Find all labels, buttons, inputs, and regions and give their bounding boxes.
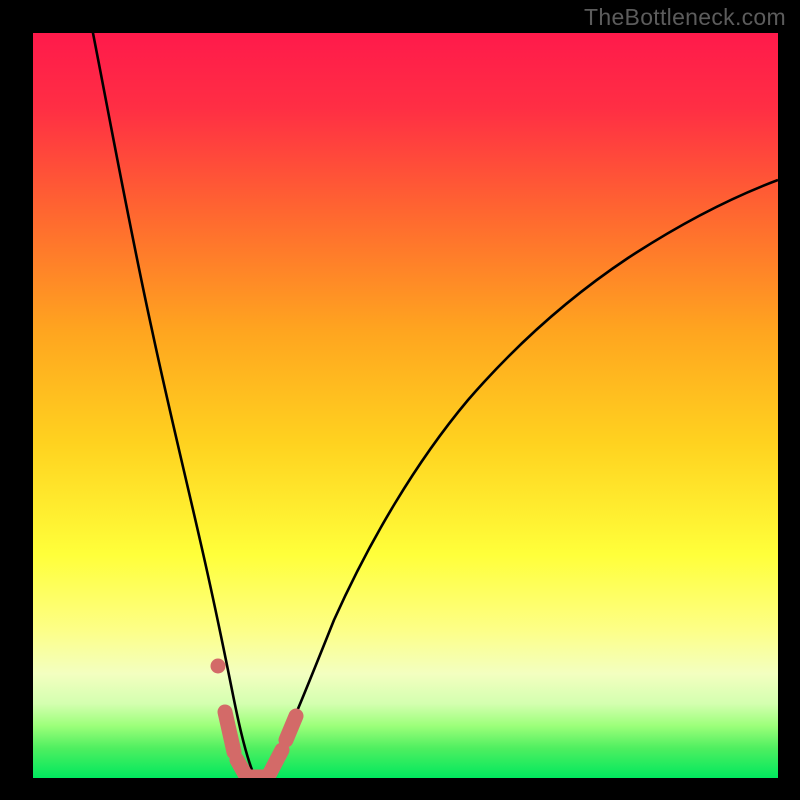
bottleneck-chart <box>0 0 800 800</box>
plot-background <box>33 33 778 778</box>
chart-stage: TheBottleneck.com <box>0 0 800 800</box>
watermark-label: TheBottleneck.com <box>584 4 786 31</box>
